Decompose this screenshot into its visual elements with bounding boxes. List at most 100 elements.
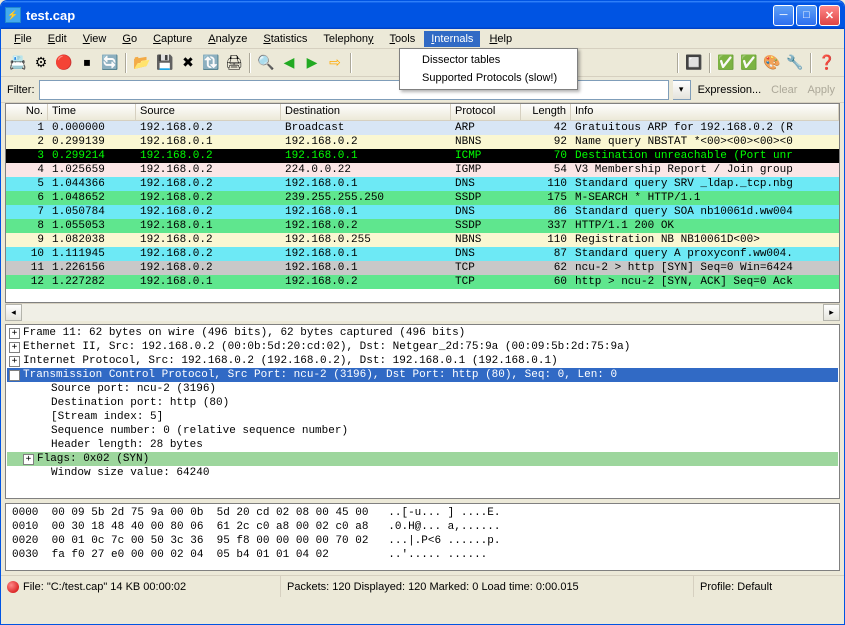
status-file: File: "C:/test.cap" 14 KB 00:00:02 [23, 581, 186, 593]
menubar: File Edit View Go Capture Analyze Statis… [1, 29, 844, 49]
go-forward-icon[interactable]: ▶ [301, 52, 323, 74]
status-packets: Packets: 120 Displayed: 120 Marked: 0 Lo… [281, 576, 694, 597]
options-icon[interactable]: ⚙ [30, 52, 52, 74]
packet-row[interactable]: 30.299214192.168.0.2192.168.0.1ICMP70Des… [6, 149, 839, 163]
col-source[interactable]: Source [136, 104, 281, 121]
packet-rows: 10.000000192.168.0.2BroadcastARP42Gratui… [6, 121, 839, 302]
packet-row[interactable]: 20.299139192.168.0.1192.168.0.2NBNS92Nam… [6, 135, 839, 149]
detail-row[interactable]: Source port: ncu-2 (3196) [7, 382, 838, 396]
close-button[interactable]: ✕ [819, 5, 840, 26]
packet-row[interactable]: 51.044366192.168.0.2192.168.0.1DNS110Sta… [6, 177, 839, 191]
menu-dissector-tables[interactable]: Dissector tables [402, 51, 575, 69]
find-icon[interactable]: 🔍 [255, 52, 277, 74]
detail-row[interactable]: +Frame 11: 62 bytes on wire (496 bits), … [7, 326, 838, 340]
app-window: ⚡ test.cap ─ □ ✕ File Edit View Go Captu… [0, 0, 845, 625]
col-info[interactable]: Info [571, 104, 839, 121]
app-icon: ⚡ [5, 7, 21, 23]
expression-link[interactable]: Expression... [695, 84, 765, 96]
go-back-icon[interactable]: ◀ [278, 52, 300, 74]
menu-help[interactable]: Help [482, 31, 519, 47]
packet-details: +Frame 11: 62 bytes on wire (496 bits), … [5, 324, 840, 499]
statusbar: File: "C:/test.cap" 14 KB 00:00:02 Packe… [1, 575, 844, 597]
packet-row[interactable]: 61.048652192.168.0.2239.255.255.250SSDP1… [6, 191, 839, 205]
status-profile[interactable]: Profile: Default [694, 576, 844, 597]
detail-row[interactable]: +Flags: 0x02 (SYN) [7, 452, 838, 466]
interfaces-icon[interactable]: 📇 [7, 52, 29, 74]
detail-row[interactable]: Destination port: http (80) [7, 396, 838, 410]
filter-dropdown-icon[interactable]: ▾ [673, 80, 691, 100]
print-icon[interactable]: 🖨 [223, 52, 245, 74]
coloring-icon[interactable]: 🎨 [761, 52, 783, 74]
detail-row[interactable]: Window size value: 64240 [7, 466, 838, 480]
hscroll-right-icon[interactable]: ▸ [823, 304, 840, 321]
menu-supported-protocols[interactable]: Supported Protocols (slow!) [402, 69, 575, 87]
expand-icon[interactable]: + [23, 454, 34, 465]
hscroll-track[interactable] [22, 304, 823, 321]
start-capture-icon[interactable]: 🔴 [53, 52, 75, 74]
internals-dropdown: Dissector tables Supported Protocols (sl… [399, 48, 578, 90]
col-protocol[interactable]: Protocol [451, 104, 521, 121]
col-destination[interactable]: Destination [281, 104, 451, 121]
menu-capture[interactable]: Capture [146, 31, 199, 47]
clear-link[interactable]: Clear [768, 84, 800, 96]
toolbar-separator [350, 53, 352, 73]
detail-row[interactable]: Header length: 28 bytes [7, 438, 838, 452]
packet-row[interactable]: 41.025659192.168.0.2224.0.0.22IGMP54V3 M… [6, 163, 839, 177]
menu-statistics[interactable]: Statistics [256, 31, 314, 47]
close-file-icon[interactable]: ✖ [177, 52, 199, 74]
packet-row[interactable]: 81.055053192.168.0.1192.168.0.2SSDP337HT… [6, 219, 839, 233]
menu-view[interactable]: View [76, 31, 114, 47]
restart-icon[interactable]: 🔄 [99, 52, 121, 74]
stop-capture-icon[interactable]: ⏹ [76, 52, 98, 74]
prefs-icon[interactable]: 🔧 [784, 52, 806, 74]
toolbar-separator [125, 53, 127, 73]
col-length[interactable]: Length [521, 104, 571, 121]
expand-icon[interactable]: + [9, 328, 20, 339]
packet-row[interactable]: 121.227282192.168.0.1192.168.0.2TCP60htt… [6, 275, 839, 289]
maximize-button[interactable]: □ [796, 5, 817, 26]
menu-tools[interactable]: Tools [383, 31, 423, 47]
packet-row[interactable]: 101.111945192.168.0.2192.168.0.1DNS87Sta… [6, 247, 839, 261]
detail-row[interactable]: +Internet Protocol, Src: 192.168.0.2 (19… [7, 354, 838, 368]
menu-telephony[interactable]: Telephony [316, 31, 380, 47]
reload-icon[interactable]: 🔃 [200, 52, 222, 74]
detail-row[interactable]: +Ethernet II, Src: 192.168.0.2 (00:0b:5d… [7, 340, 838, 354]
packet-row[interactable]: 91.082038192.168.0.2192.168.0.255NBNS110… [6, 233, 839, 247]
window-title: test.cap [26, 8, 773, 23]
packet-row[interactable]: 71.050784192.168.0.2192.168.0.1DNS86Stan… [6, 205, 839, 219]
zoom-icon[interactable]: 🔲 [683, 52, 705, 74]
toolbar-separator [810, 53, 812, 73]
toolbar-separator [677, 53, 679, 73]
menu-go[interactable]: Go [115, 31, 144, 47]
save-icon[interactable]: 💾 [154, 52, 176, 74]
capture-filter-icon[interactable]: ✅ [715, 52, 737, 74]
col-time[interactable]: Time [48, 104, 136, 121]
hscroll[interactable]: ◂ ▸ [5, 303, 840, 320]
menu-edit[interactable]: Edit [41, 31, 74, 47]
go-to-icon[interactable]: ⇨ [324, 52, 346, 74]
packet-bytes[interactable]: 0000 00 09 5b 2d 75 9a 00 0b 5d 20 cd 02… [5, 503, 840, 571]
packet-list: No. Time Source Destination Protocol Len… [5, 103, 840, 303]
apply-link[interactable]: Apply [804, 84, 838, 96]
display-filter-icon[interactable]: ✅ [738, 52, 760, 74]
minimize-button[interactable]: ─ [773, 5, 794, 26]
detail-row[interactable]: [Stream index: 5] [7, 410, 838, 424]
expand-icon[interactable]: - [9, 370, 20, 381]
col-no[interactable]: No. [6, 104, 48, 121]
filter-label: Filter: [7, 84, 35, 96]
hscroll-left-icon[interactable]: ◂ [5, 304, 22, 321]
packet-row[interactable]: 10.000000192.168.0.2BroadcastARP42Gratui… [6, 121, 839, 135]
detail-row[interactable]: -Transmission Control Protocol, Src Port… [7, 368, 838, 382]
titlebar[interactable]: ⚡ test.cap ─ □ ✕ [1, 1, 844, 29]
help-icon[interactable]: ❓ [816, 52, 838, 74]
detail-row[interactable]: Sequence number: 0 (relative sequence nu… [7, 424, 838, 438]
packet-row[interactable]: 111.226156192.168.0.2192.168.0.1TCP62ncu… [6, 261, 839, 275]
menu-file[interactable]: File [7, 31, 39, 47]
menu-internals[interactable]: Internals [424, 31, 480, 47]
menu-analyze[interactable]: Analyze [201, 31, 254, 47]
open-icon[interactable]: 📂 [131, 52, 153, 74]
expand-icon[interactable]: + [9, 342, 20, 353]
expand-icon[interactable]: + [9, 356, 20, 367]
record-indicator-icon[interactable] [7, 581, 19, 593]
toolbar-separator [709, 53, 711, 73]
